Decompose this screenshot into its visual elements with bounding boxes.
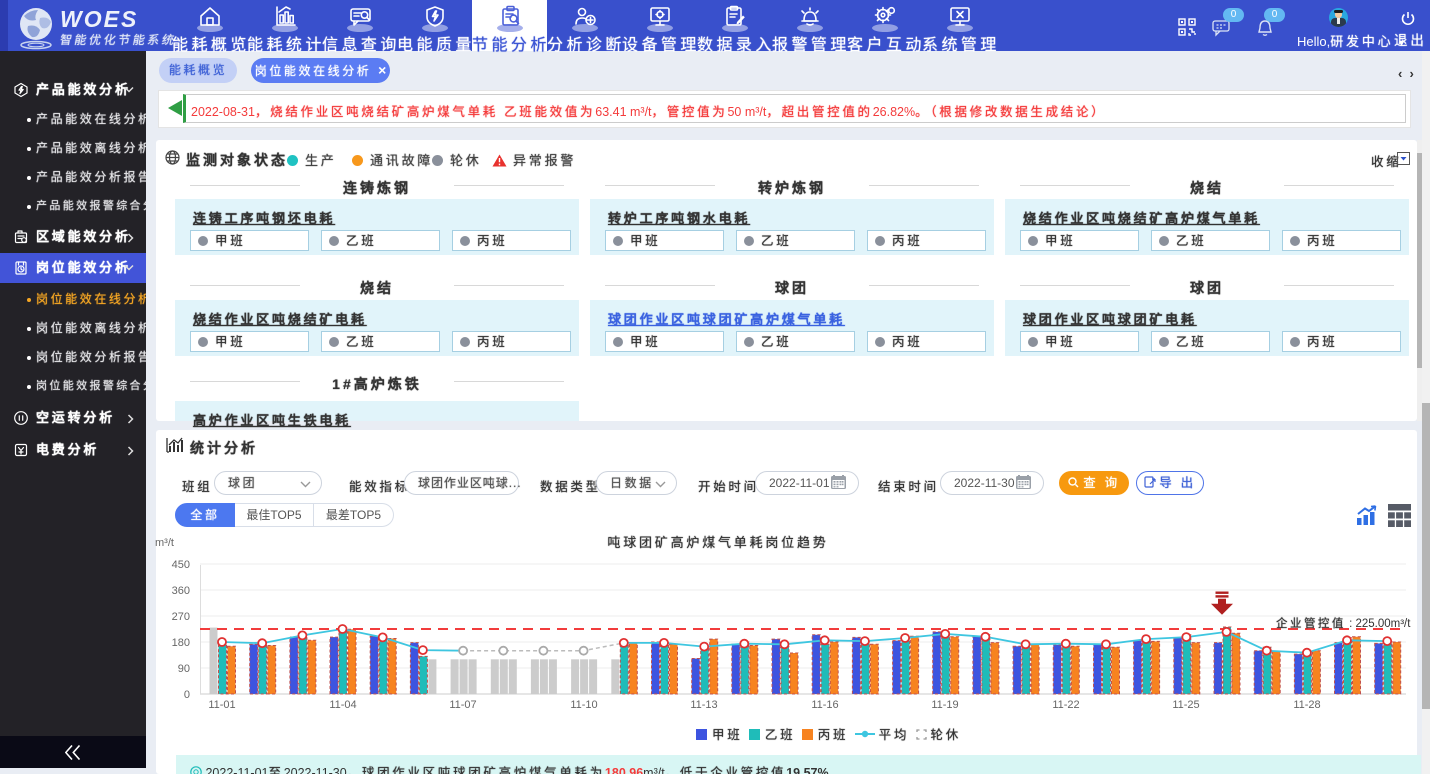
svg-text:270: 270 [172, 611, 190, 623]
svg-text:90: 90 [178, 663, 190, 675]
svg-text:180: 180 [172, 637, 190, 649]
svg-text:360: 360 [172, 585, 190, 597]
svg-text:450: 450 [172, 559, 190, 571]
svg-text:0: 0 [184, 689, 190, 701]
